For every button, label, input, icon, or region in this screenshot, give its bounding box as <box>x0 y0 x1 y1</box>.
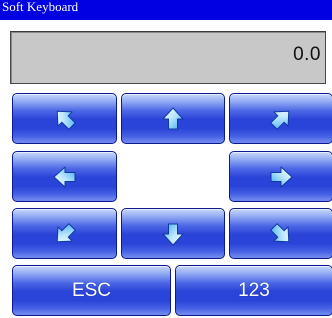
esc-button-label: ESC <box>71 279 112 301</box>
arrow-up-left-button[interactable] <box>12 93 117 144</box>
arrow-up-icon <box>162 107 184 129</box>
arrow-down-right-button[interactable] <box>229 208 332 259</box>
arrow-left-icon <box>53 166 75 187</box>
window-title: Soft Keyboard <box>0 0 332 20</box>
arrow-right-button[interactable] <box>229 151 332 202</box>
arrow-down-left-icon <box>56 222 76 242</box>
arrow-up-button[interactable] <box>121 93 225 144</box>
arrow-down-icon <box>162 223 184 245</box>
arrow-left-button[interactable] <box>12 151 117 202</box>
arrow-up-right-button[interactable] <box>229 93 332 144</box>
arrow-down-button[interactable] <box>121 208 225 259</box>
arrow-down-right-icon <box>270 222 290 242</box>
arrow-right-icon <box>270 166 293 187</box>
display-value: 0.0 <box>293 44 321 65</box>
arrow-down-left-button[interactable] <box>12 208 117 259</box>
esc-button[interactable]: ESC <box>12 265 171 316</box>
value-display: 0.0 <box>10 31 326 84</box>
numeric-mode-button[interactable]: 123 <box>175 265 332 316</box>
arrow-up-left-icon <box>56 110 76 130</box>
numeric-mode-button-label: 123 <box>238 279 270 301</box>
arrow-up-right-icon <box>270 110 290 130</box>
